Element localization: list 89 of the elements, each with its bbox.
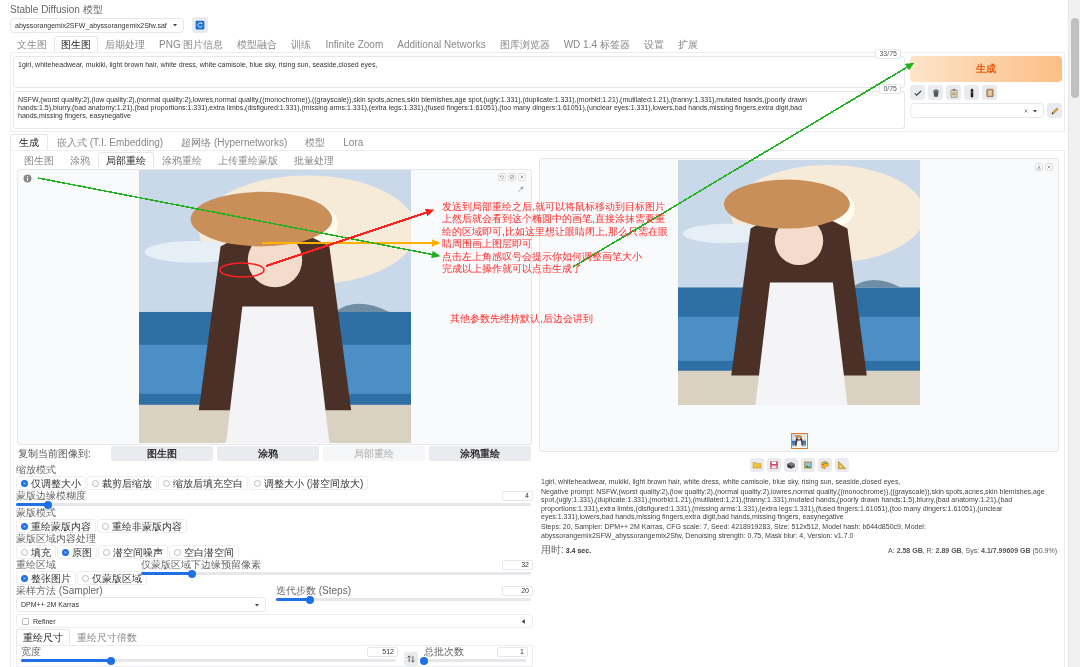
slider-thumb[interactable] — [44, 500, 53, 509]
tab[interactable]: 生成 — [10, 134, 48, 150]
tool-button[interactable] — [964, 85, 979, 100]
copy-button[interactable]: 图生图 — [111, 446, 213, 461]
pencil-icon — [1049, 105, 1060, 116]
field-label: 重绘区域 — [16, 560, 57, 570]
tab[interactable]: Additional Networks — [390, 36, 493, 52]
tab[interactable]: 图库浏览器 — [492, 36, 557, 52]
tab[interactable]: 批量处理 — [286, 152, 342, 168]
field-label: 总批次数 — [424, 647, 464, 657]
radio-option[interactable]: 潜空间噪声 — [98, 545, 168, 559]
image-icon — [802, 460, 813, 470]
field-label: 缩放模式 — [16, 465, 57, 475]
edit-button[interactable] — [1047, 103, 1062, 118]
tab[interactable]: 模型融合 — [230, 36, 285, 52]
radio-option[interactable]: 调整大小 (潜空间放大) — [249, 476, 369, 490]
tab[interactable]: PNG 图片信息 — [152, 36, 231, 52]
caret-icon — [170, 21, 179, 29]
radio-option[interactable]: 空白潜空间 — [169, 545, 239, 559]
undo-icon — [498, 173, 506, 181]
field-label: 迭代步数 (Steps) — [276, 586, 351, 596]
collapse-icon — [520, 617, 527, 625]
radio-option[interactable]: 重绘蒙版内容 — [16, 519, 96, 533]
palette-icon — [819, 460, 830, 470]
clear-icon — [1023, 107, 1029, 114]
tab[interactable]: 图生图 — [54, 36, 98, 52]
tab[interactable]: WD 1.4 标签器 — [556, 36, 637, 52]
radio-option[interactable]: 整张图片 — [16, 571, 76, 585]
copy-button[interactable]: 涂鸦 — [217, 446, 319, 461]
info-icon — [23, 174, 32, 183]
clipboard-icon — [948, 87, 959, 98]
notebook-icon — [984, 87, 995, 98]
slider-thumb[interactable] — [420, 656, 428, 665]
refresh-icon — [194, 20, 205, 30]
refresh-button[interactable] — [191, 17, 208, 33]
close-icon — [518, 173, 526, 181]
tab[interactable]: 涂鸦重绘 — [154, 152, 210, 168]
time-label: 用时: — [541, 543, 564, 558]
tab[interactable]: 涂鸦 — [62, 152, 98, 168]
ruler-icon — [836, 460, 847, 470]
tab[interactable]: 上传重绘蒙版 — [210, 152, 286, 168]
tab[interactable]: 嵌入式 (T.I. Embedding) — [48, 134, 173, 150]
radio-option[interactable]: 填充 — [16, 545, 56, 559]
swap-button[interactable] — [404, 652, 418, 666]
radio-option[interactable]: 仅调整大小 — [16, 476, 86, 490]
tab[interactable]: 文生图 — [10, 36, 54, 52]
close-icon — [1045, 163, 1053, 171]
swap-icon — [406, 654, 416, 664]
slider-thumb[interactable] — [306, 595, 315, 604]
tab[interactable]: 训练 — [284, 36, 319, 52]
box-icon — [785, 460, 796, 470]
field-label: 宽度 — [21, 647, 41, 657]
annotation-text: 其他参数先维持默认,后边会讲到 — [450, 313, 593, 325]
field-label: 复制当前图像到: — [18, 446, 92, 461]
tab[interactable]: 图生图 — [16, 152, 62, 168]
tab[interactable]: 重绘尺寸 — [16, 629, 70, 645]
field-label: 蒙版边缘模糊度 — [16, 491, 86, 501]
tab[interactable]: Lora — [334, 134, 373, 150]
tool-button[interactable] — [910, 85, 925, 100]
radio-option[interactable]: 缩放后填充空白 — [158, 476, 248, 490]
scrollbar-thumb[interactable] — [1071, 18, 1079, 98]
field-label: 蒙版模式 — [16, 508, 57, 518]
copy-button[interactable]: 涂鸦重绘 — [429, 446, 531, 461]
field-label: 仅蒙版区域下边缘预留像素 — [141, 560, 261, 570]
tab[interactable]: 后期处理 — [98, 36, 152, 52]
tab[interactable]: 局部重绘 — [98, 152, 154, 168]
radio-option[interactable]: 仅蒙版区域 — [77, 571, 147, 585]
tab[interactable]: 模型 — [296, 134, 335, 150]
folder-icon — [751, 460, 762, 470]
annotation-text: 完成以上操作就可以点击生成了 — [442, 263, 583, 276]
tab[interactable]: Infinite Zoom — [318, 36, 391, 52]
scrollbar[interactable] — [1068, 0, 1080, 667]
download-icon — [1035, 163, 1043, 171]
radio-option[interactable]: 原图 — [57, 545, 97, 559]
action-button[interactable] — [783, 458, 798, 472]
tab[interactable]: 扩展 — [670, 36, 705, 52]
slider-thumb[interactable] — [107, 656, 115, 665]
tool-button[interactable] — [928, 85, 943, 100]
radio-option[interactable]: 重绘非蒙版内容 — [97, 519, 187, 533]
tab[interactable]: 设置 — [636, 36, 671, 52]
tab[interactable]: 超网络 (Hypernetworks) — [172, 134, 297, 150]
tab[interactable]: 重绘尺寸倍数 — [70, 629, 144, 645]
field-label: 蒙版区域内容处理 — [16, 534, 97, 544]
field-label: 采样方法 (Sampler) — [16, 586, 104, 596]
checkbox[interactable] — [22, 617, 29, 625]
expand-icon — [517, 186, 524, 193]
slider-thumb[interactable] — [187, 569, 196, 578]
radio-option[interactable]: 裁剪后缩放 — [87, 476, 157, 490]
field-label: Stable Diffusion 模型 — [10, 4, 104, 16]
